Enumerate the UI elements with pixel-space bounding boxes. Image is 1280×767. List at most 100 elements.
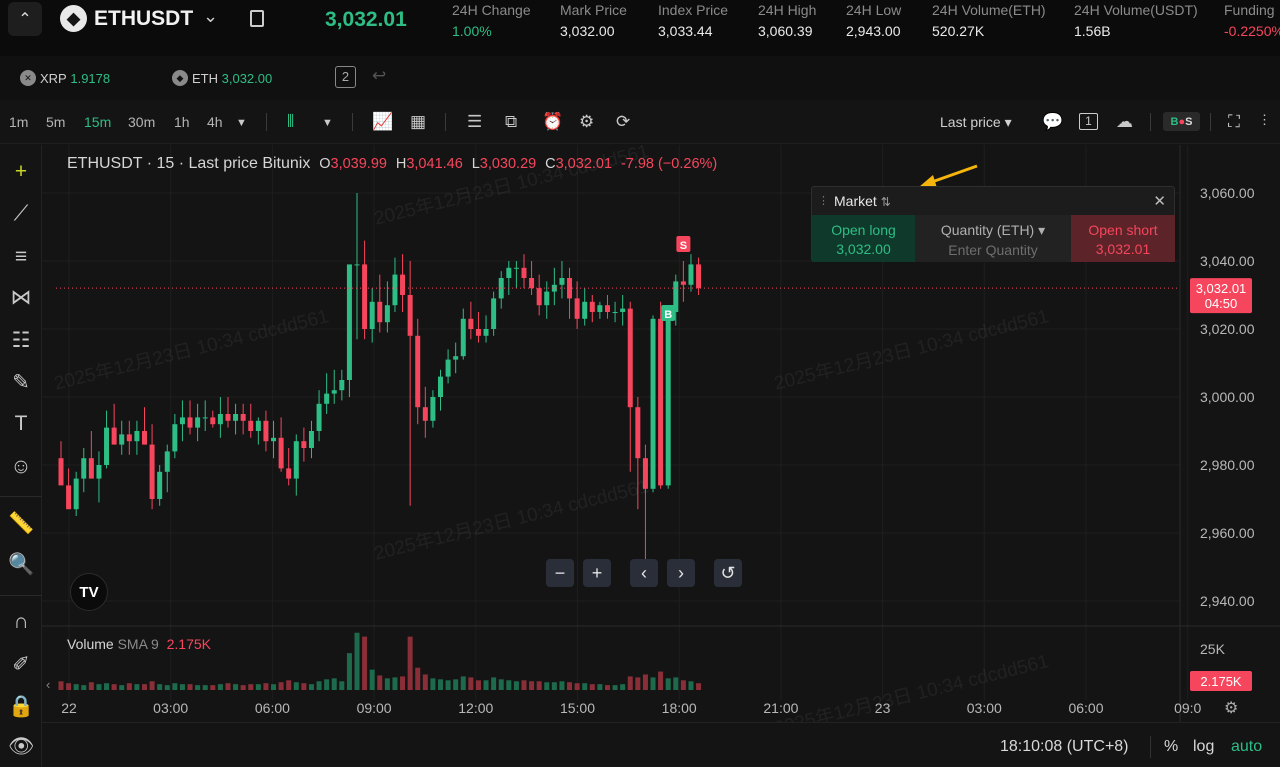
open-short-button[interactable]: Open short 3,032.01 — [1071, 215, 1175, 262]
candle-body — [66, 485, 72, 510]
scroll-left-button[interactable]: ‹ — [630, 559, 658, 587]
brush-icon[interactable]: ✎ — [8, 370, 34, 395]
candle-body — [453, 356, 459, 360]
refresh-icon[interactable]: ⟳ — [616, 112, 630, 132]
undo-icon[interactable]: ↩ — [372, 66, 386, 86]
time-tick-label: 09:00 — [357, 700, 392, 716]
layout-grid-icon[interactable]: ▦ — [410, 112, 426, 132]
emoji-icon[interactable]: ☺ — [8, 455, 34, 479]
volume-bar — [665, 678, 671, 690]
log-toggle[interactable]: log — [1193, 738, 1214, 756]
layout-2-icon[interactable]: 2 — [335, 66, 356, 88]
time-tick-label: 15:00 — [560, 700, 595, 716]
buy-sell-toggle[interactable]: B ● S — [1163, 112, 1200, 131]
settings-gear-icon[interactable]: ⚙ — [579, 112, 594, 132]
candle-body — [88, 458, 94, 479]
close-icon[interactable]: ✕ — [1153, 192, 1166, 210]
candle-body — [658, 318, 664, 486]
settings-gear-icon[interactable]: ⚙ — [1224, 698, 1238, 718]
volume-bar — [141, 684, 147, 690]
favorite-eth[interactable]: ◆ ETH 3,032.00 — [172, 70, 272, 86]
stat-index-price: Index Price 3,033.44 — [658, 2, 729, 39]
candle-body — [164, 451, 170, 472]
timeframe-dropdown-icon[interactable]: ▼ — [236, 117, 247, 129]
volume-bar — [559, 681, 565, 690]
eye-icon[interactable]: 👁 — [8, 735, 35, 759]
volume-bar — [157, 684, 163, 690]
volume-bar — [635, 677, 641, 690]
candle-body — [506, 267, 512, 278]
timeframe-5m[interactable]: 5m — [46, 114, 65, 130]
candle-body — [468, 318, 474, 329]
scroll-right-button[interactable]: › — [667, 559, 695, 587]
candle-body — [392, 274, 398, 306]
indicators-icon[interactable]: 📈 — [372, 112, 393, 132]
reset-chart-button[interactable]: ↺ — [714, 559, 742, 587]
market-title[interactable]: Market ⇅ — [834, 193, 891, 209]
candlestick-icon[interactable]: ⫴ — [287, 112, 294, 132]
lock-icon[interactable]: 🔒 — [8, 695, 34, 719]
timeframe-30m[interactable]: 30m — [128, 114, 155, 130]
percent-toggle[interactable]: % — [1164, 738, 1178, 756]
timeframe-1m[interactable]: 1m — [9, 114, 28, 130]
drag-handle-icon[interactable]: ⋮ — [818, 194, 829, 207]
fib-icon[interactable]: ☷ — [8, 328, 34, 353]
volume-bar — [673, 677, 679, 690]
volume-bar — [119, 685, 125, 690]
volume-bar — [627, 676, 633, 690]
time-tick-label: 18:00 — [662, 700, 697, 716]
symbol-name[interactable]: ETHUSDT — [94, 7, 193, 31]
alarm-clock-icon[interactable]: ⏰ — [542, 112, 563, 132]
candle-body — [263, 420, 269, 442]
ruler-icon[interactable]: 📏 — [8, 512, 34, 536]
auto-toggle[interactable]: auto — [1231, 738, 1262, 756]
candle-body — [195, 417, 201, 428]
volume-bar — [73, 684, 79, 690]
candle-body — [286, 468, 292, 479]
zoom-out-button[interactable]: − — [546, 559, 574, 587]
quantity-input[interactable]: Quantity (ETH) ▾ Enter Quantity — [915, 215, 1071, 262]
lock-drawing-icon[interactable]: ✐ — [8, 652, 34, 677]
chevron-left-icon[interactable]: ‹ — [46, 677, 50, 692]
external-link-icon[interactable]: ⧉ — [505, 112, 517, 132]
eth-coin-icon: ◆ — [60, 5, 87, 32]
fullscreen-icon[interactable]: ⛶ — [1228, 112, 1240, 132]
crosshair-icon[interactable]: + — [8, 160, 34, 184]
candle-body — [354, 264, 360, 266]
one-icon[interactable]: 1 — [1079, 113, 1098, 130]
list-icon[interactable]: ☰ — [467, 112, 482, 132]
timeframe-15m[interactable]: 15m — [84, 114, 111, 130]
horizontal-lines-icon[interactable]: ≡ — [8, 245, 34, 269]
open-long-button[interactable]: Open long 3,032.00 — [812, 215, 915, 262]
magnet-icon[interactable]: ∩ — [8, 610, 34, 634]
text-icon[interactable]: T — [8, 412, 34, 436]
price-type-select[interactable]: Last price ▾ — [940, 114, 1012, 131]
favorite-xrp[interactable]: ✕ XRP 1.9178 — [20, 70, 110, 86]
trendline-icon[interactable]: ⟋ — [8, 202, 34, 226]
chart-type-dropdown-icon[interactable]: ▼ — [322, 117, 333, 129]
volume-bar — [506, 680, 512, 690]
tradingview-logo[interactable]: TV — [70, 573, 108, 611]
last-price-tag-price: 3,032.01 — [1196, 281, 1247, 296]
volume-bar — [551, 682, 557, 690]
pattern-icon[interactable]: ⋈ — [8, 285, 34, 310]
volume-bar — [233, 684, 239, 690]
stat-24h-change: 24H Change 1.00% — [452, 2, 531, 39]
chat-icon[interactable]: 💬 — [1042, 112, 1063, 132]
timeframe-4h[interactable]: 4h — [207, 114, 223, 130]
copy-icon[interactable] — [250, 10, 264, 27]
cloud-icon[interactable]: ☁ — [1116, 112, 1133, 132]
candle-body — [346, 264, 352, 380]
volume-bar — [521, 680, 527, 690]
chevron-down-icon[interactable]: ⌄ — [203, 6, 218, 27]
zoom-in-button[interactable]: + — [583, 559, 611, 587]
zoom-in-icon[interactable]: 🔍 — [8, 553, 34, 577]
candle-body — [422, 407, 428, 421]
price-tick-label: 2,940.00 — [1200, 593, 1255, 609]
volume-tick-label: 25K — [1200, 641, 1226, 657]
back-button[interactable]: ⌃ — [8, 2, 42, 36]
more-icon[interactable]: ⋮ — [1258, 112, 1271, 128]
candle-body — [407, 295, 413, 336]
time-tick-label: 09:0 — [1174, 700, 1201, 716]
timeframe-1h[interactable]: 1h — [174, 114, 190, 130]
